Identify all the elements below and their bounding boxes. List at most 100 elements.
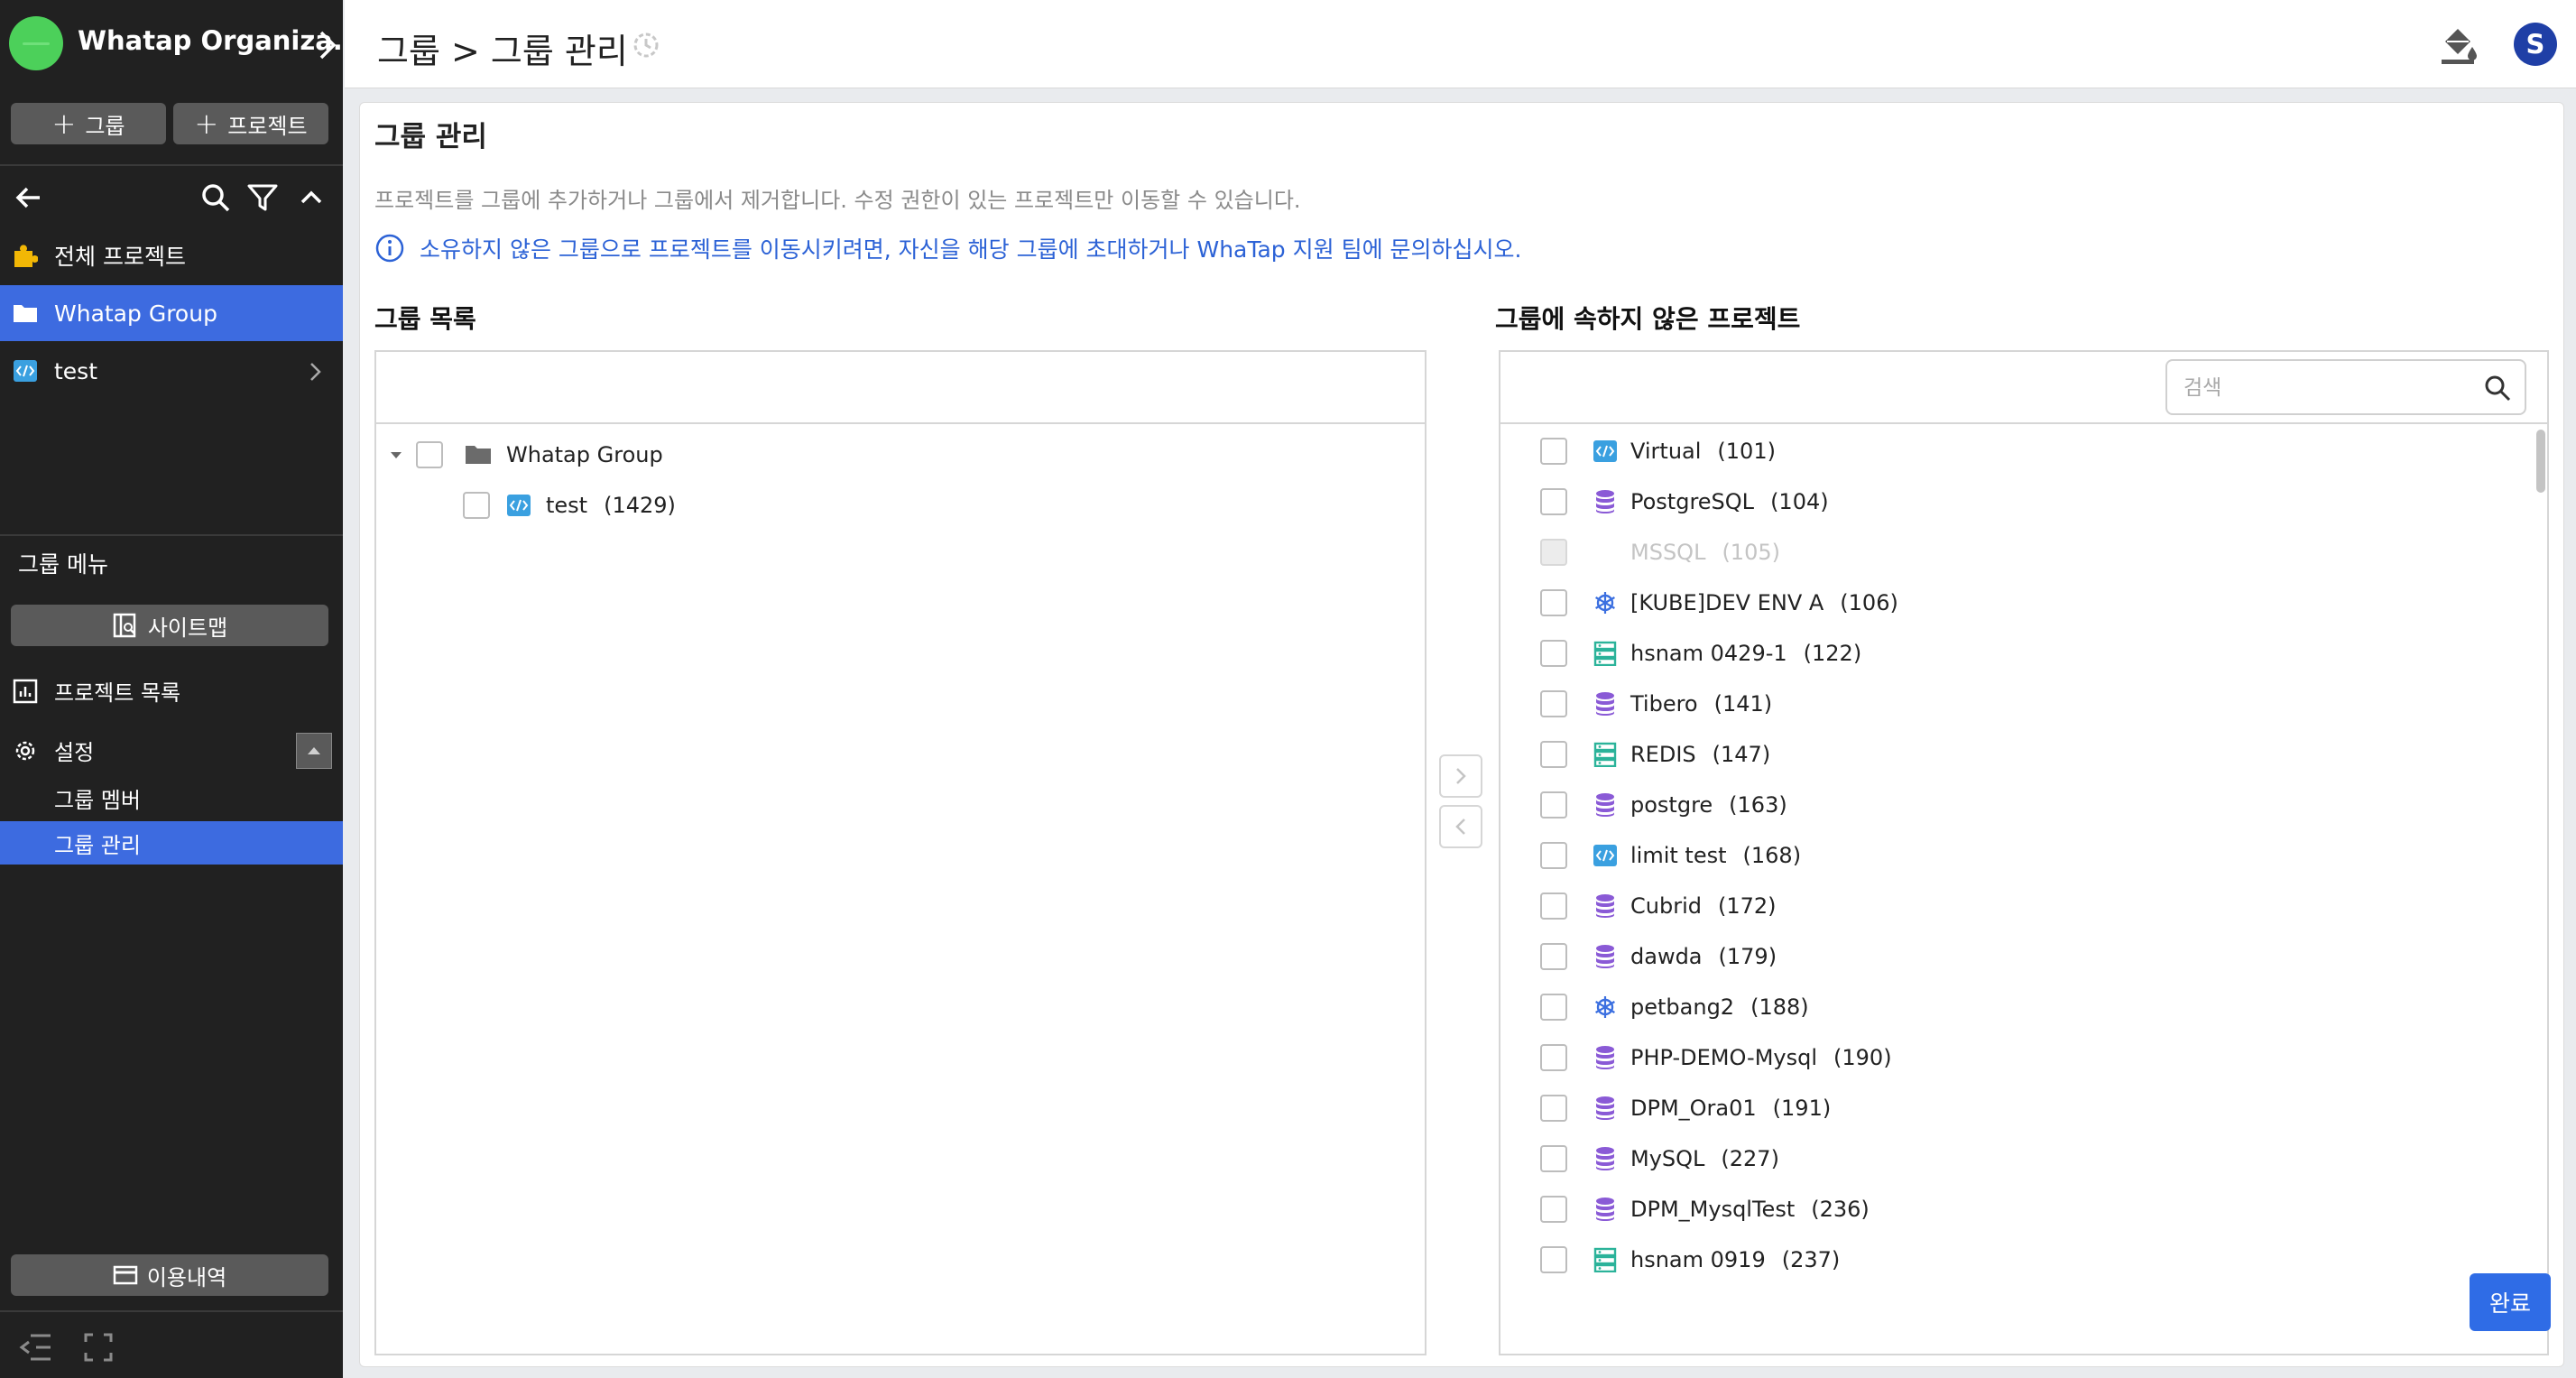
database-icon [1593,792,1618,818]
project-count: (168) [1742,843,1802,868]
project-name: hsnam 0919 [1630,1247,1766,1272]
scrollbar[interactable] [2536,430,2545,493]
project-checkbox[interactable] [1540,438,1567,465]
menu-item-settings[interactable]: 설정 [0,727,343,772]
sitemap-icon [113,613,136,638]
divider [0,534,343,536]
project-row[interactable]: dawda (179) [1540,937,1777,976]
usage-button[interactable]: 이용내역 [11,1254,328,1296]
plus-icon: + [194,106,219,141]
server-icon [1593,641,1618,667]
paint-bucket-icon[interactable] [2438,25,2478,65]
project-checkbox[interactable] [1540,892,1567,920]
project-checkbox[interactable] [1540,1145,1567,1172]
nav-label: test [54,357,98,384]
search-input[interactable] [2184,372,2454,404]
add-project-button[interactable]: + 프로젝트 [173,103,328,144]
ungrouped-title: 그룹에 속하지 않은 프로젝트 [1495,304,1801,334]
project-checkbox[interactable] [1540,1246,1567,1273]
database-icon [1593,1146,1618,1171]
chevron-right-icon [319,31,337,60]
tree-row-project[interactable]: test (1429) [463,486,676,525]
project-row[interactable]: MySQL (227) [1540,1139,1779,1179]
fullscreen-icon[interactable] [83,1332,114,1363]
project-name: limit test [1630,843,1727,868]
user-avatar[interactable]: S [2514,23,2557,66]
collapse-settings-button[interactable] [296,733,332,769]
project-checkbox[interactable] [1540,1095,1567,1122]
search-icon[interactable] [199,180,233,215]
code-icon [14,360,37,382]
nav-item-test[interactable]: test [0,343,343,399]
group-management-panel: 그룹 관리 프로젝트를 그룹에 추가하거나 그룹에서 제거합니다. 수정 권한이… [359,102,2564,1367]
sitemap-label: 사이트맵 [147,615,228,641]
menu-item-group-management[interactable]: 그룹 관리 [0,821,343,865]
project-checkbox[interactable] [1540,690,1567,717]
kubernetes-icon [1593,994,1618,1020]
project-checkbox[interactable] [463,492,490,519]
add-group-button[interactable]: + 그룹 [11,103,166,144]
org-avatar [9,16,63,70]
history-icon[interactable] [632,31,660,60]
database-icon [1593,691,1618,717]
project-row[interactable]: limit test (168) [1540,836,1801,875]
project-row[interactable]: PostgreSQL (104) [1540,482,1829,522]
project-count: (147) [1712,742,1771,767]
caret-down-icon[interactable] [389,449,403,460]
nav-item-whatap-group[interactable]: Whatap Group [0,285,343,341]
project-checkbox[interactable] [1540,640,1567,667]
sitemap-button[interactable]: 사이트맵 [11,605,328,646]
org-switcher[interactable]: Whatap Organiza... [0,0,363,90]
project-row[interactable]: petbang2 (188) [1540,987,1809,1027]
move-left-button[interactable] [1439,805,1482,848]
project-name: Virtual [1630,439,1702,464]
project-row[interactable]: Virtual (101) [1540,431,1776,471]
project-row[interactable]: REDIS (147) [1540,735,1770,774]
project-count: (104) [1770,489,1829,514]
project-row[interactable]: postgre (163) [1540,785,1787,825]
group-name: Whatap Group [506,442,663,467]
project-checkbox[interactable] [1540,943,1567,970]
group-checkbox[interactable] [416,441,443,468]
menu-label: 그룹 관리 [54,832,141,858]
project-checkbox[interactable] [1540,741,1567,768]
project-count: (105) [1722,540,1780,565]
project-checkbox[interactable] [1540,1044,1567,1071]
project-checkbox[interactable] [1540,791,1567,818]
project-name: Cubrid [1630,893,1702,919]
project-row[interactable]: DPM_MysqlTest (236) [1540,1189,1870,1229]
collapse-sidebar-icon[interactable] [18,1332,52,1363]
project-checkbox [1540,539,1567,566]
project-row[interactable]: PHP-DEMO-Mysql (190) [1540,1038,1892,1077]
chevron-right-icon [310,363,321,381]
project-checkbox[interactable] [1540,842,1567,869]
sidebar-bottom-tools [0,1310,343,1378]
project-checkbox[interactable] [1540,994,1567,1021]
project-checkbox[interactable] [1540,589,1567,616]
project-row[interactable]: hsnam 0919 (237) [1540,1240,1840,1280]
ungrouped-list-box: Virtual (101) PostgreSQL (104) MSSQL (105) [KU… [1499,350,2549,1355]
project-row[interactable]: hsnam 0429-1 (122) [1540,634,1861,673]
menu-item-project-list[interactable]: 프로젝트 목록 [0,668,343,713]
tree-row-group[interactable]: Whatap Group [389,435,663,475]
done-button[interactable]: 완료 [2470,1273,2551,1331]
project-row: MSSQL (105) [1540,532,1780,572]
nav-item-all-projects[interactable]: 전체 프로젝트 [0,227,343,283]
chevron-up-icon[interactable] [294,180,328,215]
folder-icon [14,305,37,322]
filter-icon[interactable] [245,180,280,215]
project-checkbox[interactable] [1540,488,1567,515]
menu-item-group-members[interactable]: 그룹 멤버 [0,776,343,819]
kubernetes-icon [1593,590,1618,615]
project-row[interactable]: [KUBE]DEV ENV A (106) [1540,583,1898,623]
project-checkbox[interactable] [1540,1196,1567,1223]
project-count: (227) [1721,1146,1779,1171]
database-icon [1593,1197,1618,1222]
search-icon[interactable] [2483,374,2512,402]
project-row[interactable]: DPM_Ora01 (191) [1540,1088,1831,1128]
move-right-button[interactable] [1439,754,1482,798]
back-arrow-icon[interactable] [11,180,45,215]
project-row[interactable]: Tibero (141) [1540,684,1772,724]
search-box [2165,359,2526,415]
project-row[interactable]: Cubrid (172) [1540,886,1777,926]
